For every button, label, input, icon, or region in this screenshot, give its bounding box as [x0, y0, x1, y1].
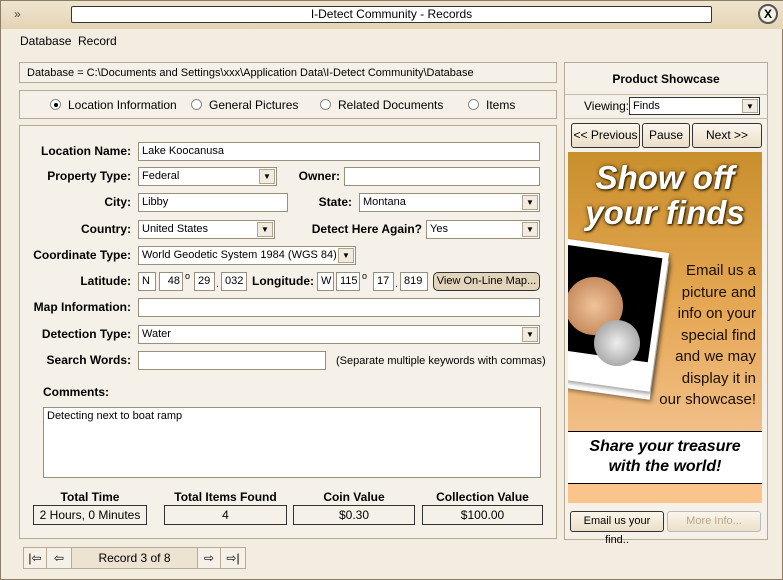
country-label: Country:	[81, 222, 131, 236]
ad-footer	[568, 484, 762, 503]
app-chevron-icon[interactable]: »	[14, 7, 21, 21]
first-record-icon[interactable]: |⇦	[23, 547, 47, 569]
comments-textarea[interactable]: Detecting next to boat ramp	[43, 407, 541, 478]
showcase-ad-image[interactable]: Show off your finds Email us a picture and…	[568, 152, 762, 503]
total-time-label: Total Time	[60, 490, 120, 504]
radio-icon	[191, 99, 202, 110]
tab-general-pictures[interactable]: General Pictures	[191, 98, 298, 112]
chevron-down-icon: ▼	[522, 195, 538, 210]
longitude-degrees[interactable]: 115	[336, 272, 360, 291]
location-name-input[interactable]: Lake Koocanusa	[138, 142, 540, 161]
detect-again-label: Detect Here Again?	[311, 222, 422, 236]
email-find-button[interactable]: Email us your find..	[570, 511, 664, 546]
next-button[interactable]: Next >>	[692, 123, 762, 148]
ad-headline: Show off your finds	[585, 159, 745, 231]
close-button[interactable]: X	[758, 4, 778, 24]
property-type-label: Property Type:	[47, 169, 131, 183]
owner-input[interactable]	[344, 167, 540, 186]
coordinate-type-label: Coordinate Type:	[33, 248, 131, 262]
next-record-icon[interactable]: ⇨	[197, 547, 221, 569]
location-name-label: Location Name:	[40, 144, 131, 158]
tab-location-information[interactable]: Location Information	[50, 98, 177, 112]
last-record-icon[interactable]: ⇨|	[220, 547, 246, 569]
radio-icon	[50, 99, 61, 110]
search-words-hint: (Separate multiple keywords with commas)	[336, 355, 546, 367]
longitude-decimal[interactable]: 819	[400, 272, 428, 291]
tab-items[interactable]: Items	[468, 98, 515, 112]
detect-again-select[interactable]: Yes ▼	[426, 220, 540, 239]
view-online-map-button[interactable]: View On-Line Map...	[433, 272, 540, 291]
chevron-down-icon: ▼	[257, 222, 273, 237]
radio-icon	[320, 99, 331, 110]
radio-icon	[468, 99, 479, 110]
ad-body: Email us a picture and info on your special…	[659, 262, 756, 408]
more-info-button[interactable]: More Info...	[667, 511, 761, 532]
viewing-select[interactable]: Finds ▼	[629, 97, 760, 115]
collection-value-label: Collection Value	[436, 490, 529, 504]
map-information-label: Map Information:	[33, 300, 131, 314]
longitude-label: Longitude:	[252, 274, 314, 288]
country-select[interactable]: United States ▼	[138, 220, 275, 239]
collection-value-value: $100.00	[422, 505, 543, 525]
total-items-label: Total Items Found	[174, 490, 277, 504]
tab-related-documents[interactable]: Related Documents	[320, 98, 443, 112]
city-label: City:	[104, 195, 131, 209]
latitude-label: Latitude:	[80, 274, 131, 288]
ad-tagline: Share your treasure with the world!	[568, 431, 762, 484]
silver-coin-image	[594, 320, 640, 366]
divider	[565, 94, 767, 95]
menu-database[interactable]: Database	[20, 34, 71, 48]
showcase-title: Product Showcase	[612, 72, 720, 86]
pause-button[interactable]: Pause	[642, 123, 690, 148]
latitude-degrees[interactable]: 48	[159, 272, 183, 291]
detection-type-label: Detection Type:	[41, 327, 131, 341]
record-position: Record 3 of 8	[71, 547, 198, 569]
comments-label: Comments:	[43, 385, 110, 399]
divider	[565, 118, 767, 119]
degree-symbol: o	[362, 271, 368, 281]
search-words-input[interactable]	[138, 351, 326, 370]
longitude-hemisphere[interactable]: W	[317, 272, 334, 291]
owner-label: Owner:	[298, 169, 340, 183]
state-select[interactable]: Montana ▼	[359, 193, 540, 212]
total-items-value: 4	[164, 505, 287, 525]
decimal-point: .	[395, 278, 399, 290]
map-information-input[interactable]	[138, 298, 540, 317]
latitude-hemisphere[interactable]: N	[138, 272, 156, 291]
previous-button[interactable]: << Previous	[571, 123, 640, 148]
detection-type-select[interactable]: Water ▼	[138, 325, 540, 344]
longitude-minutes[interactable]: 17	[373, 272, 394, 291]
chevron-down-icon: ▼	[522, 222, 538, 237]
viewing-label: Viewing:	[584, 99, 630, 113]
coordinate-type-select[interactable]: World Geodetic System 1984 (WGS 84) ▼	[138, 246, 356, 265]
database-path: Database = C:\Documents and Settings\xxx…	[19, 62, 557, 83]
search-words-label: Search Words:	[46, 353, 131, 367]
chevron-down-icon: ▼	[522, 327, 538, 342]
coin-value-label: Coin Value	[323, 490, 385, 504]
total-time-value: 2 Hours, 0 Minutes	[33, 505, 147, 525]
window-title: I-Detect Community - Records	[71, 6, 712, 23]
coin-value-value: $0.30	[293, 505, 415, 525]
chevron-down-icon: ▼	[742, 99, 758, 113]
state-label: State:	[318, 195, 352, 209]
menu-record[interactable]: Record	[78, 34, 117, 48]
chevron-down-icon: ▼	[338, 248, 354, 263]
previous-record-icon[interactable]: ⇦	[46, 547, 72, 569]
